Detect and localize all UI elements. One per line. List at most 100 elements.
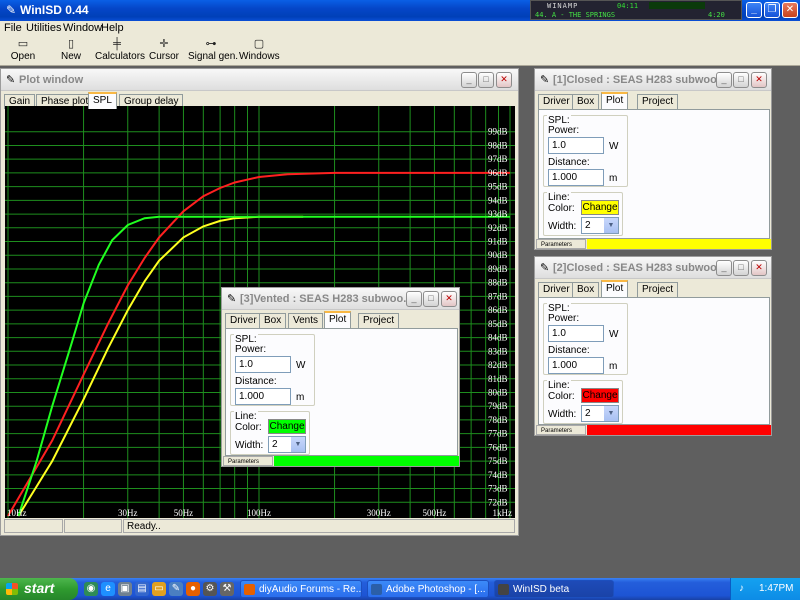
menu-file[interactable]: File	[4, 22, 22, 34]
distance-input[interactable]: 1.000	[548, 357, 604, 374]
window-3-maximize-button[interactable]: □	[423, 291, 439, 307]
tab-plot[interactable]: Plot	[601, 280, 629, 297]
tab-project[interactable]: Project	[637, 94, 679, 109]
winisd-icon: ✎	[540, 74, 550, 86]
cursor-button[interactable]: ✛ Cursor	[149, 38, 179, 62]
new-button[interactable]: ▯ New	[56, 38, 86, 62]
spl-group: SPL: Power: 1.0 W Distance: 1.000 m	[543, 303, 628, 375]
status-text: Ready..	[123, 519, 515, 533]
media-icon[interactable]: ▣	[118, 582, 132, 596]
tab-project[interactable]: Project	[358, 313, 400, 328]
window-2-maximize-button[interactable]: □	[733, 260, 749, 276]
signal-gen-button[interactable]: ⊶ Signal gen.	[188, 38, 239, 62]
distance-input[interactable]: 1.000	[235, 388, 291, 405]
tab-box[interactable]: Box	[572, 94, 600, 109]
task-label: WinISD beta	[513, 584, 570, 595]
color-label: Color:	[548, 203, 575, 214]
y-tick-label: 85dB	[488, 319, 508, 329]
tab-driver[interactable]: Driver	[538, 94, 575, 109]
x-tick-label: 30Hz	[118, 508, 138, 518]
power-input[interactable]: 1.0	[548, 137, 604, 154]
folder-icon[interactable]: ▭	[152, 582, 166, 596]
x-tick-label: 10Hz	[7, 508, 27, 518]
window-2-close-button[interactable]: ✕	[751, 260, 767, 276]
distance-input[interactable]: 1.000	[548, 169, 604, 186]
y-tick-label: 83dB	[488, 346, 508, 356]
settings-icon[interactable]: ⚙	[203, 582, 217, 596]
task-diyaudio[interactable]: diyAudio Forums - Re...	[240, 580, 362, 598]
clock[interactable]: 1:47PM	[759, 578, 793, 600]
speaker-icon[interactable]: ♪	[739, 578, 744, 600]
width-select[interactable]: 2 ▼	[268, 436, 306, 453]
x-tick-label: 300Hz	[367, 508, 391, 518]
y-tick-label: 81dB	[488, 374, 508, 384]
windows-button[interactable]: ▢ Windows	[239, 38, 280, 62]
change-color-button[interactable]: Change	[268, 419, 306, 434]
tab-vents[interactable]: Vents	[288, 313, 324, 328]
tab-plot[interactable]: Plot	[324, 311, 352, 328]
minimize-button[interactable]: _	[746, 2, 762, 18]
window-1-minimize-button[interactable]: _	[716, 72, 732, 88]
tab-project[interactable]: Project	[637, 282, 679, 297]
windows-label: Windows	[239, 51, 280, 62]
start-button[interactable]: start	[0, 578, 78, 600]
winisd-icon: ✎	[540, 262, 550, 274]
tab-plot[interactable]: Plot	[601, 92, 629, 109]
menu-window[interactable]: Window	[63, 22, 102, 34]
app-icon[interactable]: ✎	[169, 582, 183, 596]
task-winisd[interactable]: WinISD beta	[494, 580, 614, 598]
window-2-tabs: Driver Box Plot Project	[538, 280, 718, 297]
restore-button[interactable]: ❐	[764, 2, 780, 18]
task-photoshop[interactable]: Adobe Photoshop - [...	[367, 580, 489, 598]
window-1-close-button[interactable]: ✕	[751, 72, 767, 88]
window-2-minimize-button[interactable]: _	[716, 260, 732, 276]
tab-driver[interactable]: Driver	[538, 282, 575, 297]
window-1-statusline: Parameters	[536, 239, 771, 249]
tab-spl[interactable]: SPL	[88, 92, 117, 109]
window-3-titlebar[interactable]: ✎ [3]Vented : SEAS H283 subwoo... _ □ ✕	[222, 288, 459, 310]
line-label: Line:	[547, 380, 571, 391]
plot-close-button[interactable]: ✕	[496, 72, 512, 88]
power-input[interactable]: 1.0	[548, 325, 604, 342]
tab-box[interactable]: Box	[259, 313, 287, 328]
window-1-maximize-button[interactable]: □	[733, 72, 749, 88]
plot-maximize-button[interactable]: □	[478, 72, 494, 88]
calculators-button[interactable]: ╪ Calculators	[95, 38, 145, 62]
explorer-icon[interactable]: ▤	[135, 582, 149, 596]
line-color-bar	[587, 239, 771, 249]
width-select[interactable]: 2 ▼	[581, 405, 619, 422]
line-label: Line:	[234, 411, 258, 422]
winisd-icon	[498, 584, 509, 595]
tool-icon[interactable]: ⚒	[220, 582, 234, 596]
line-label: Line:	[547, 192, 571, 203]
change-color-button[interactable]: Change	[581, 200, 619, 215]
window-3-close-button[interactable]: ✕	[441, 291, 457, 307]
change-color-button[interactable]: Change	[581, 388, 619, 403]
distance-unit: m	[296, 392, 305, 403]
app-titlebar[interactable]: ✎ WinISD 0.44 WINAMP 04:11 44. A - THE S…	[0, 0, 800, 21]
menu-utilities[interactable]: Utilities	[26, 22, 61, 34]
signal-gen-label: Signal gen.	[188, 51, 239, 62]
power-label: Power:	[235, 344, 267, 355]
close-button[interactable]: ✕	[782, 2, 798, 18]
tab-driver[interactable]: Driver	[225, 313, 262, 328]
window-3-minimize-button[interactable]: _	[406, 291, 422, 307]
ie-icon[interactable]: e	[101, 582, 115, 596]
firefox-icon[interactable]: ●	[186, 582, 200, 596]
winamp-mini-player[interactable]: WINAMP 04:11 44. A - THE SPRINGS 4:20	[530, 0, 742, 20]
power-input[interactable]: 1.0	[235, 356, 291, 373]
tab-box[interactable]: Box	[572, 282, 600, 297]
plot-window-title: Plot window	[19, 74, 84, 86]
winamp-visualizer	[649, 2, 705, 9]
open-button[interactable]: ▭ Open	[8, 38, 38, 62]
plot-window-titlebar[interactable]: ✎ Plot window _ □ ✕	[1, 69, 518, 91]
window-2-titlebar[interactable]: ✎ [2]Closed : SEAS H283 subwoof... _ □ ✕	[535, 257, 771, 279]
status-cell-1	[4, 519, 63, 533]
winamp-track: 44. A - THE SPRINGS	[535, 11, 616, 19]
width-select[interactable]: 2 ▼	[581, 217, 619, 234]
window-1-titlebar[interactable]: ✎ [1]Closed : SEAS H283 subwoof... _ □ ✕	[535, 69, 771, 91]
desktop-icon[interactable]: ◉	[84, 582, 98, 596]
plot-minimize-button[interactable]: _	[461, 72, 477, 88]
menu-help[interactable]: Help	[101, 22, 124, 34]
parameters-label: Parameters	[536, 425, 586, 435]
